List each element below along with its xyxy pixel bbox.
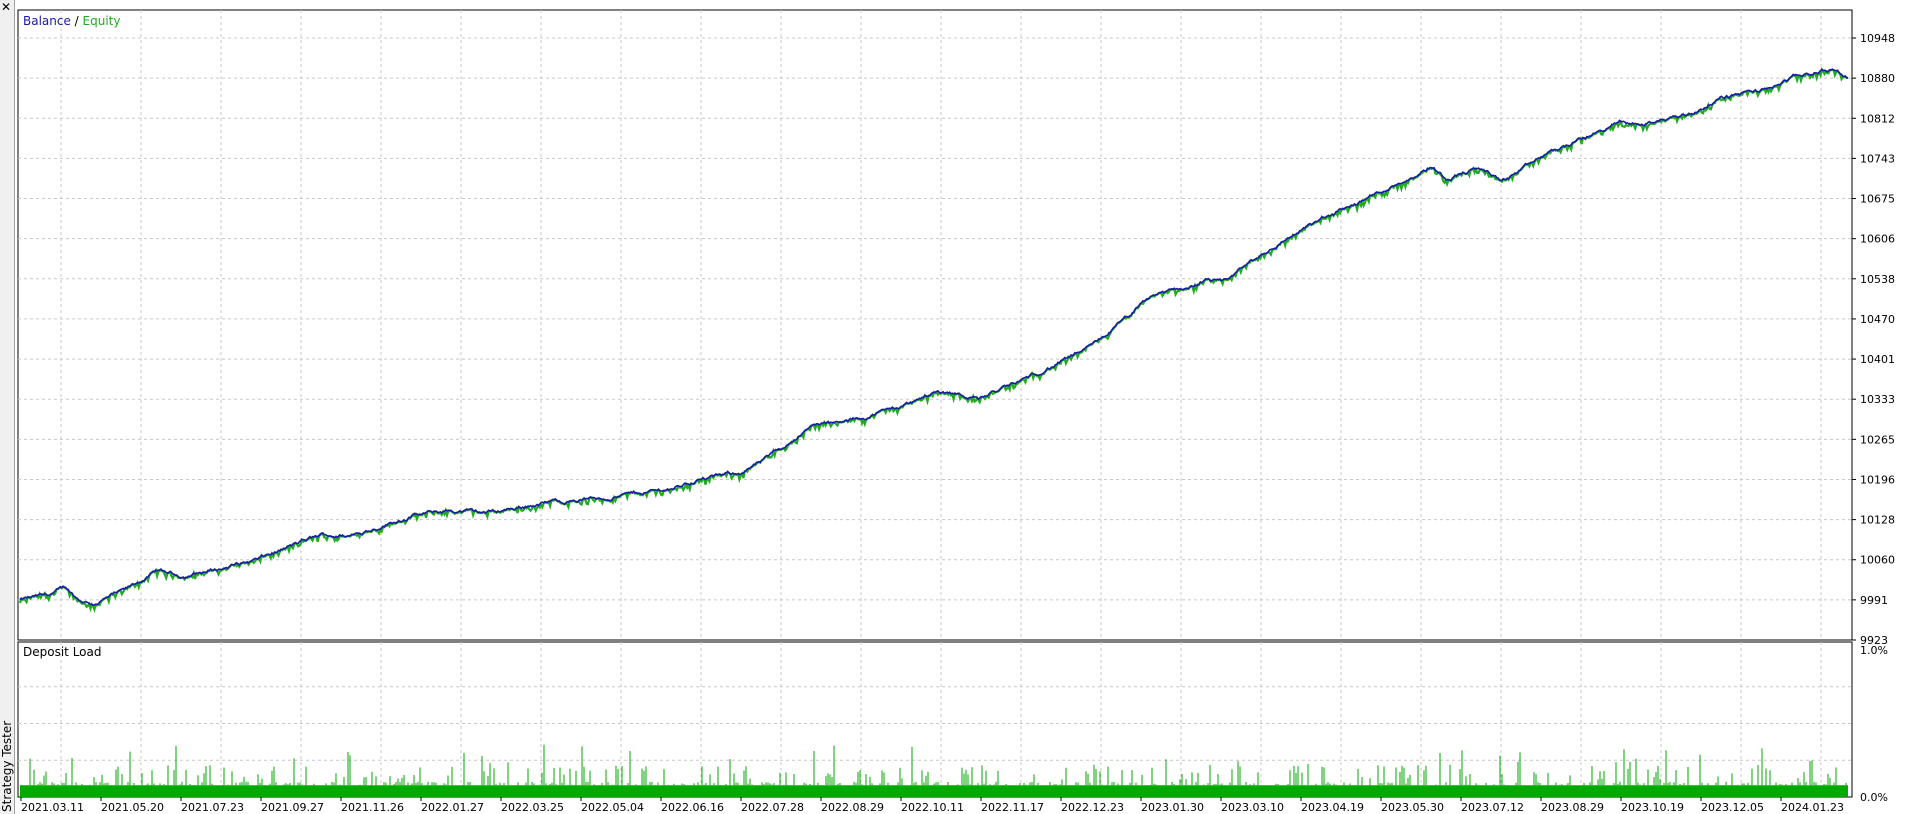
x-tick-label: 2024.01.23: [1781, 801, 1844, 814]
x-tick-label: 2023.03.10: [1221, 801, 1284, 814]
y-tick-label: 10675: [1860, 193, 1895, 206]
y-tick-label: 10401: [1860, 353, 1895, 366]
deposit-load-title: Deposit Load: [23, 645, 101, 659]
deposit-load-y-axis: 1.0% 0.0%: [1860, 644, 1888, 804]
balance-equity-chart: 10948 10880 10812 10743 10675 10606 10538 10470…: [17, 9, 1895, 814]
legend-balance: Balance: [23, 14, 71, 28]
y-tick-label: 9991: [1860, 594, 1888, 607]
x-axis: 2021.03.11 2021.05.20 2021.07.23 2021.09.27…: [20, 797, 1844, 814]
x-tick-label: 2021.09.27: [261, 801, 324, 814]
x-tick-label: 2022.07.28: [741, 801, 804, 814]
x-tick-label: 2022.10.11: [901, 801, 964, 814]
y-tick-label: 10196: [1860, 473, 1895, 486]
x-tick-label: 2023.05.30: [1381, 801, 1444, 814]
x-tick-label: 2023.08.29: [1541, 801, 1604, 814]
legend-equity: Equity: [83, 14, 121, 28]
y-tick-label: 10265: [1860, 433, 1895, 446]
x-tick-label: 2022.01.27: [421, 801, 484, 814]
x-tick-label: 2023.12.05: [1701, 801, 1764, 814]
x-tick-label: 2023.07.12: [1461, 801, 1524, 814]
legend-separator: /: [71, 14, 83, 28]
x-tick-label: 2022.11.17: [981, 801, 1044, 814]
y-tick-label: 10333: [1860, 393, 1895, 406]
deposit-load-base: [20, 785, 1848, 797]
x-tick-label: 2022.08.29: [821, 801, 884, 814]
y-tick-label: 10812: [1860, 112, 1895, 125]
x-tick-label: 2021.11.26: [341, 801, 404, 814]
x-tick-label: 2023.10.19: [1621, 801, 1684, 814]
x-tick-label: 2022.12.23: [1061, 801, 1124, 814]
x-tick-label: 2021.07.23: [181, 801, 244, 814]
main-y-axis: 10948 10880 10812 10743 10675 10606 10538 10470…: [1852, 32, 1895, 647]
x-tick-label: 2021.05.20: [101, 801, 164, 814]
x-tick-label: 2022.06.16: [661, 801, 724, 814]
deposit-load-frame: [17, 641, 1853, 798]
x-tick-label: 2022.05.04: [581, 801, 644, 814]
y-tick-label: 10880: [1860, 72, 1895, 85]
y-tick-label: 10606: [1860, 233, 1895, 246]
y-tick-label: 10060: [1860, 554, 1895, 567]
x-tick-label: 2021.03.11: [21, 801, 84, 814]
y-tick-label: 10743: [1860, 152, 1895, 165]
deposit-y-tick-label: 1.0%: [1860, 644, 1888, 657]
y-tick-label: 10948: [1860, 32, 1895, 45]
y-tick-label: 10470: [1860, 313, 1895, 326]
x-tick-label: 2022.03.25: [501, 801, 564, 814]
chart-legend: Balance / Equity: [23, 14, 120, 28]
deposit-y-tick-label: 0.0%: [1860, 791, 1888, 804]
y-tick-label: 10538: [1860, 273, 1895, 286]
x-tick-label: 2023.04.19: [1301, 801, 1364, 814]
x-tick-label: 2023.01.30: [1141, 801, 1204, 814]
y-tick-label: 10128: [1860, 514, 1895, 527]
